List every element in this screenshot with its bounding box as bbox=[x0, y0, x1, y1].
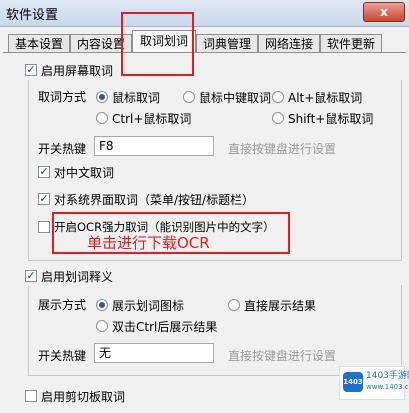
enable-screen-capture-label: 启用屏幕取词 bbox=[41, 64, 114, 78]
display-mode-label: 展示方式 bbox=[38, 298, 87, 312]
tab-highlight-box bbox=[121, 12, 194, 76]
mode-middle-button-label: 鼠标中键取词 bbox=[199, 91, 272, 105]
close-button[interactable]: x bbox=[363, 2, 405, 22]
mode-shift-radio[interactable] bbox=[272, 112, 284, 124]
ocr-capture-checkbox[interactable] bbox=[38, 221, 50, 233]
tab-software-update[interactable]: 软件更新 bbox=[320, 34, 382, 52]
watermark-line2: www.1403.com bbox=[366, 383, 409, 391]
watermark-text: 1403手游网 www.1403.com bbox=[366, 371, 409, 393]
mode-shift-label: Shift+鼠标取词 bbox=[288, 112, 374, 126]
enable-selection-translate-label: 启用划词释义 bbox=[41, 270, 114, 284]
show-icon-label: 展示划词图标 bbox=[112, 299, 185, 313]
show-result-directly-label: 直接展示结果 bbox=[244, 299, 317, 313]
double-ctrl-label: 双击Ctrl后展示结果 bbox=[112, 320, 218, 334]
tab-dictionary-manage[interactable]: 词典管理 bbox=[196, 34, 258, 52]
mode-alt-label: Alt+鼠标取词 bbox=[288, 91, 363, 105]
site-watermark: 1403 1403手游网 www.1403.com bbox=[339, 366, 409, 400]
mode-ctrl-label: Ctrl+鼠标取词 bbox=[112, 112, 192, 126]
translate-hotkey-label: 开关热键 bbox=[38, 349, 87, 363]
mode-ctrl-radio[interactable] bbox=[96, 112, 108, 124]
capture-mode-label: 取词方式 bbox=[38, 90, 87, 104]
capture-hotkey-input[interactable]: F8 bbox=[94, 136, 214, 156]
translate-hotkey-input[interactable]: 无 bbox=[94, 343, 214, 363]
chinese-capture-label: 对中文取词 bbox=[54, 166, 115, 180]
mode-middle-button-radio[interactable] bbox=[183, 91, 195, 103]
watermark-line1: 1403手游网 bbox=[366, 371, 409, 381]
title-bar: 软件设置 x bbox=[0, 0, 409, 27]
system-ui-capture-checkbox[interactable]: ✓ bbox=[38, 193, 50, 205]
enable-screen-capture-checkbox[interactable]: ✓ bbox=[25, 64, 37, 76]
system-ui-capture-label: 对系统界面取词（菜单/按钮/标题栏） bbox=[54, 193, 255, 207]
mode-mouse-radio[interactable] bbox=[96, 91, 108, 103]
window-title: 软件设置 bbox=[6, 8, 59, 23]
watermark-logo: 1403 bbox=[343, 372, 363, 392]
translate-hotkey-hint: 直接按键盘进行设置 bbox=[228, 349, 337, 363]
mode-alt-radio[interactable] bbox=[272, 91, 284, 103]
clipboard-capture-label: 启用剪切板取词 bbox=[41, 390, 126, 404]
capture-hotkey-label: 开关热键 bbox=[38, 142, 87, 156]
chinese-capture-checkbox[interactable]: ✓ bbox=[38, 166, 50, 178]
clipboard-capture-checkbox[interactable] bbox=[25, 390, 37, 402]
show-result-directly-radio[interactable] bbox=[228, 299, 240, 311]
tab-network[interactable]: 网络连接 bbox=[258, 34, 320, 52]
mode-mouse-label: 鼠标取词 bbox=[112, 91, 161, 105]
double-ctrl-radio[interactable] bbox=[96, 320, 108, 332]
enable-selection-translate-checkbox[interactable]: ✓ bbox=[25, 270, 37, 282]
tab-basic-settings[interactable]: 基本设置 bbox=[8, 34, 70, 52]
capture-hotkey-hint: 直接按键盘进行设置 bbox=[228, 142, 337, 156]
download-ocr-annotation: 单击进行下载OCR bbox=[87, 234, 210, 252]
show-icon-radio[interactable] bbox=[96, 299, 108, 311]
